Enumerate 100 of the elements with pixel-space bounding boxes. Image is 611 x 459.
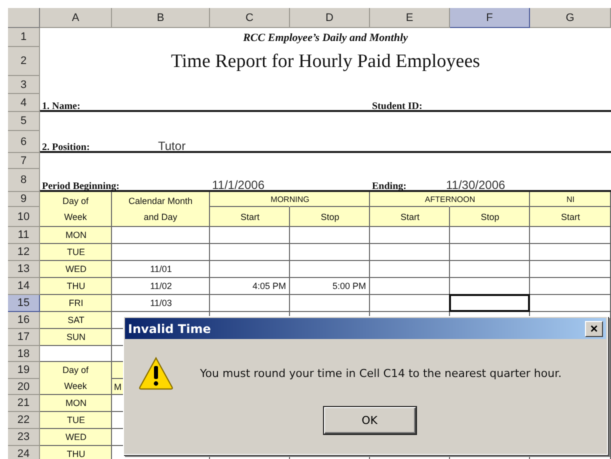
- row-header[interactable]: 3: [8, 76, 40, 94]
- day-cell: THU: [66, 449, 86, 459]
- time-cell[interactable]: [449, 294, 530, 312]
- time-cell[interactable]: [290, 261, 370, 278]
- day-cell: THU: [66, 281, 86, 292]
- column-heading: Day of Week: [40, 362, 112, 395]
- row-header[interactable]: 20: [8, 379, 40, 395]
- date-cell: 11/01: [150, 264, 172, 275]
- time-cell[interactable]: [290, 295, 370, 312]
- group-heading: MORNING: [270, 194, 310, 205]
- ending-value: 11/30/2006: [446, 177, 506, 192]
- time-cell[interactable]: [530, 244, 611, 261]
- row-header[interactable]: 1: [8, 28, 40, 47]
- row-header[interactable]: 22: [8, 412, 40, 429]
- table-cell: [40, 295, 112, 312]
- time-cell[interactable]: [450, 227, 530, 244]
- time-cell[interactable]: [290, 227, 370, 244]
- row-header[interactable]: 19: [8, 362, 40, 379]
- row-header[interactable]: 15: [8, 295, 40, 312]
- column-heading: Day of Week: [40, 192, 112, 227]
- row-header[interactable]: 23: [8, 429, 40, 446]
- time-cell[interactable]: [210, 244, 290, 261]
- time-cell[interactable]: [530, 227, 611, 244]
- date-cell: 11/02: [150, 281, 172, 292]
- time-cell[interactable]: [290, 244, 370, 261]
- period-beginning-value: 11/1/2006: [211, 177, 266, 192]
- table-cell: [40, 261, 112, 278]
- row-header[interactable]: 13: [8, 261, 40, 278]
- time-cell[interactable]: [530, 295, 611, 312]
- position-label: 2. Position:: [41, 141, 91, 153]
- row-header[interactable]: 4: [8, 94, 40, 112]
- time-cell[interactable]: [210, 227, 290, 244]
- time-cell[interactable]: [210, 261, 290, 278]
- table-cell: [40, 312, 112, 329]
- day-cell: FRI: [68, 298, 84, 309]
- position-value: Tutor: [157, 138, 187, 153]
- time-cell[interactable]: [370, 244, 450, 261]
- ok-button[interactable]: OK: [324, 407, 416, 434]
- row-header[interactable]: 10: [8, 207, 40, 227]
- row-header[interactable]: 5: [8, 112, 40, 131]
- dialog-title: Invalid Time: [128, 322, 211, 336]
- day-cell: SUN: [66, 332, 86, 343]
- column-heading: M: [114, 382, 122, 392]
- period-beginning-label: Period Beginning:: [41, 180, 121, 192]
- row-header[interactable]: 14: [8, 278, 40, 295]
- column-heading: Start: [400, 212, 420, 222]
- column-heading: Calendar Month and Day: [112, 192, 210, 227]
- column-header[interactable]: E: [370, 8, 450, 28]
- column-header[interactable]: B: [112, 8, 210, 28]
- time-cell[interactable]: [450, 261, 530, 278]
- day-cell: WED: [66, 432, 86, 443]
- row-header[interactable]: 21: [8, 395, 40, 412]
- time-cell[interactable]: 4:05 PM: [210, 278, 290, 295]
- time-cell[interactable]: [370, 227, 450, 244]
- row-header[interactable]: 8: [8, 169, 40, 192]
- form-title: Time Report for Hourly Paid Employees: [170, 50, 482, 74]
- column-heading: Stop: [480, 212, 500, 222]
- row-header[interactable]: 2: [8, 47, 40, 76]
- column-header[interactable]: C: [210, 8, 290, 28]
- time-cell[interactable]: [370, 261, 450, 278]
- student-id-label: Student ID:: [371, 100, 424, 112]
- date-cell: 11/03: [150, 298, 172, 309]
- column-heading: Start: [560, 212, 580, 222]
- table-cell: [40, 227, 112, 244]
- table-cell: [40, 244, 112, 261]
- day-cell: TUE: [67, 247, 85, 258]
- day-cell: WED: [66, 264, 86, 275]
- time-cell[interactable]: [450, 244, 530, 261]
- time-cell[interactable]: 5:00 PM: [290, 278, 370, 295]
- group-heading: NI: [566, 194, 574, 205]
- column-header[interactable]: G: [530, 8, 611, 28]
- column-heading: Stop: [320, 212, 340, 222]
- select-all-corner[interactable]: [8, 8, 40, 28]
- close-button[interactable]: ×: [585, 320, 603, 336]
- time-cell[interactable]: [210, 295, 290, 312]
- group-heading: AFTERNOON: [424, 194, 476, 205]
- time-cell[interactable]: [370, 278, 450, 295]
- name-label: 1. Name:: [41, 100, 82, 112]
- form-subtitle: RCC Employee’s Daily and Monthly: [242, 30, 409, 46]
- row-header[interactable]: 24: [8, 446, 40, 459]
- column-header[interactable]: F: [450, 8, 530, 28]
- time-cell[interactable]: [530, 278, 611, 295]
- row-header[interactable]: 16: [8, 312, 40, 329]
- row-header[interactable]: 6: [8, 131, 40, 153]
- day-cell: MON: [66, 398, 86, 409]
- row-header[interactable]: 12: [8, 244, 40, 261]
- row-header[interactable]: 7: [8, 153, 40, 169]
- row-header[interactable]: 17: [8, 329, 40, 346]
- row-header[interactable]: 11: [8, 227, 40, 244]
- table-cell: [40, 278, 112, 295]
- column-header[interactable]: D: [290, 8, 370, 28]
- day-cell: TUE: [67, 415, 85, 426]
- day-cell: SAT: [68, 315, 84, 326]
- day-cell: MON: [66, 230, 86, 241]
- time-cell[interactable]: [530, 261, 611, 278]
- row-header[interactable]: 18: [8, 346, 40, 362]
- column-header[interactable]: A: [40, 8, 112, 28]
- column-heading: Start: [240, 212, 260, 222]
- warning-icon: [138, 356, 174, 390]
- row-header[interactable]: 9: [8, 192, 40, 207]
